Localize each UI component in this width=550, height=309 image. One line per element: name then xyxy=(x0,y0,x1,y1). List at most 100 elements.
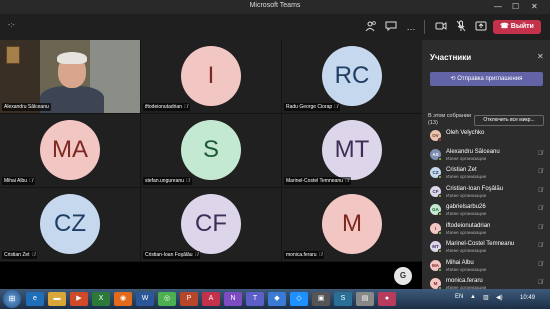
mic-muted-icon[interactable]: 🎙̸ xyxy=(538,169,543,175)
participant-nametag: Marinel-Costel Temneanu 🎙̸ xyxy=(284,177,351,185)
camera-icon[interactable] xyxy=(434,20,448,34)
participant-org: Извне организации xyxy=(446,174,487,179)
acrobat-icon[interactable]: A xyxy=(202,292,220,306)
mic-muted-icon[interactable] xyxy=(454,20,468,34)
onenote-icon[interactable]: N xyxy=(224,292,242,306)
participant-avatar: RC xyxy=(322,46,382,106)
participant-avatar: I xyxy=(430,222,442,235)
participant-tile[interactable]: S stefan.ungureanu 🎙̸ xyxy=(141,114,281,187)
participant-tile[interactable]: M monica.feraru 🎙̸ xyxy=(282,188,422,261)
participant-name: Marinel-Costel Temneanu xyxy=(446,241,515,247)
close-window-button[interactable]: ✕ xyxy=(531,2,538,12)
folder-icon[interactable]: ▬ xyxy=(48,292,66,306)
minimize-button[interactable]: — xyxy=(494,2,502,12)
clock[interactable]: 10:49 xyxy=(520,295,535,301)
self-view-avatar[interactable]: G xyxy=(394,267,412,285)
teams-icon[interactable]: T xyxy=(246,292,264,306)
participant-row[interactable]: AS Alexandru Sălceanu Извне организации 🎙̸ xyxy=(422,146,550,165)
app-icon[interactable]: ▤ xyxy=(356,292,374,306)
mic-muted-icon[interactable]: 🎙̸ xyxy=(538,280,543,286)
participant-row[interactable]: MA Mihai Albu Извне организации 🎙̸ xyxy=(422,257,550,276)
chat-icon[interactable] xyxy=(384,20,398,34)
mic-muted-icon[interactable]: 🎙̸ xyxy=(538,225,543,231)
network-icon[interactable]: ▥ xyxy=(483,294,489,301)
leave-button[interactable]: ☎ Выйти xyxy=(493,20,541,34)
language-indicator[interactable]: EN xyxy=(455,294,463,300)
participant-avatar: I xyxy=(181,46,241,106)
participant-org: Извне организации xyxy=(446,266,487,272)
mic-muted-icon[interactable]: 🎙̸ xyxy=(538,206,543,212)
participant-name: Alexandru Sălceanu xyxy=(446,148,500,155)
participant-tile[interactable]: I iftodeionutadrian 🎙̸ xyxy=(141,40,281,113)
tray-up-icon[interactable]: ▲ xyxy=(470,294,476,300)
participant-avatar: S xyxy=(181,120,241,180)
participant-list: OV Oleh Velychko AS Alexandru Sălceanu Извне… xyxy=(422,127,550,289)
participant-row[interactable]: GA gabrielsarbu26 Извне организации 🎙̸ xyxy=(422,201,550,220)
participant-tile[interactable]: CF Cristian-Ioan Foşâlău 🎙̸ xyxy=(141,188,281,261)
participant-nametag: Radu George Ciorap 🎙̸ xyxy=(284,103,340,111)
participant-row[interactable]: OV Oleh Velychko xyxy=(422,127,550,146)
word-icon[interactable]: W xyxy=(136,292,154,306)
mic-muted-icon[interactable]: 🎙̸ xyxy=(538,151,543,157)
person-hair xyxy=(57,52,87,64)
participant-tile[interactable]: MA Mihai Albu 🎙̸ xyxy=(0,114,140,187)
participant-nametag: stefan.ungureanu 🎙̸ xyxy=(143,177,192,185)
participant-org: Извне организации xyxy=(446,192,487,198)
panel-title: Участники xyxy=(430,53,472,62)
presence-dot xyxy=(438,267,442,272)
participant-name: Cristian Zet xyxy=(446,167,477,173)
volume-icon[interactable]: ◀) xyxy=(496,294,503,301)
mic-muted-icon[interactable]: 🎙̸ xyxy=(538,262,543,268)
participant-tile[interactable]: MT Marinel-Costel Temneanu 🎙̸ xyxy=(282,114,422,187)
participant-avatar: MA xyxy=(40,120,100,180)
mic-muted-icon[interactable]: 🎙̸ xyxy=(538,188,543,194)
participant-row[interactable]: Mmonica.feraru Извне организации 🎙̸ xyxy=(422,275,550,289)
mic-muted-icon[interactable]: 🎙̸ xyxy=(538,243,543,249)
participant-row[interactable]: Iiftodeionutadrian Извне организации 🎙̸ xyxy=(422,220,550,239)
participant-nametag: iftodeionutadrian 🎙̸ xyxy=(143,103,190,111)
app-icon[interactable]: ◇ xyxy=(290,292,308,306)
icon-frame xyxy=(6,46,20,64)
people-icon[interactable] xyxy=(364,20,378,34)
participant-org: Извне организации xyxy=(446,229,487,235)
presence-dot xyxy=(438,230,442,235)
in-meeting-section-label[interactable]: В этом собрании (13) xyxy=(428,113,474,127)
maximize-button[interactable]: ☐ xyxy=(512,2,519,12)
participant-avatar: MT xyxy=(322,120,382,180)
participant-avatar: CF xyxy=(430,185,442,198)
window-title: Microsoft Teams xyxy=(249,2,301,9)
powerpoint-icon[interactable]: P xyxy=(180,292,198,306)
presence-dot xyxy=(438,212,442,216)
participant-tile[interactable]: CZ Cristian Zet 🎙̸ xyxy=(0,188,140,261)
video-tile[interactable]: Alexandru Sălceanu xyxy=(0,40,140,113)
participant-tile[interactable]: RC Radu George Ciorap 🎙̸ xyxy=(282,40,422,113)
leave-label: Выйти xyxy=(510,23,534,30)
meeting-timer: -:- xyxy=(8,22,15,29)
app-icon[interactable]: S xyxy=(334,292,352,306)
media-icon[interactable]: ▶ xyxy=(70,292,88,306)
ie-icon[interactable]: e xyxy=(26,292,44,306)
send-invite-button[interactable]: ⟲ Отправка приглашения xyxy=(430,72,543,86)
mute-all-button[interactable]: Отключить все микр... xyxy=(474,115,544,126)
participant-row[interactable]: CF Cristian-Ioan Foşâlău Извне организации… xyxy=(422,183,550,202)
app-icon[interactable]: ● xyxy=(378,292,396,306)
participant-row[interactable]: MT Marinel-Costel Temneanu Извне организац… xyxy=(422,238,550,257)
start-button[interactable]: ⊞ xyxy=(3,290,21,308)
more-icon[interactable]: … xyxy=(404,20,418,34)
mic-muted-icon: 🎙̸ xyxy=(185,178,190,184)
participant-avatar: M xyxy=(430,278,442,289)
mic-muted-icon: 🎙̸ xyxy=(183,104,188,110)
participant-nametag: Cristian-Ioan Foşâlău 🎙̸ xyxy=(143,251,201,259)
participant-avatar: MT xyxy=(430,241,442,253)
app-icon[interactable]: ▣ xyxy=(312,292,330,306)
close-icon[interactable]: ✕ xyxy=(537,52,544,61)
participant-name: iftodeionutadrian xyxy=(446,222,491,229)
firefox-icon[interactable]: ◉ xyxy=(114,292,132,306)
app-icon[interactable]: ◆ xyxy=(268,292,286,306)
toolbar-divider xyxy=(424,20,425,34)
chrome-icon[interactable]: ◎ xyxy=(158,292,176,306)
participant-row[interactable]: CZ Cristian Zet Извне организации 🎙̸ xyxy=(422,164,550,183)
participant-name: Cristian-Ioan Foşâlău xyxy=(446,185,504,192)
excel-icon[interactable]: X xyxy=(92,292,110,306)
share-icon[interactable] xyxy=(474,20,488,34)
